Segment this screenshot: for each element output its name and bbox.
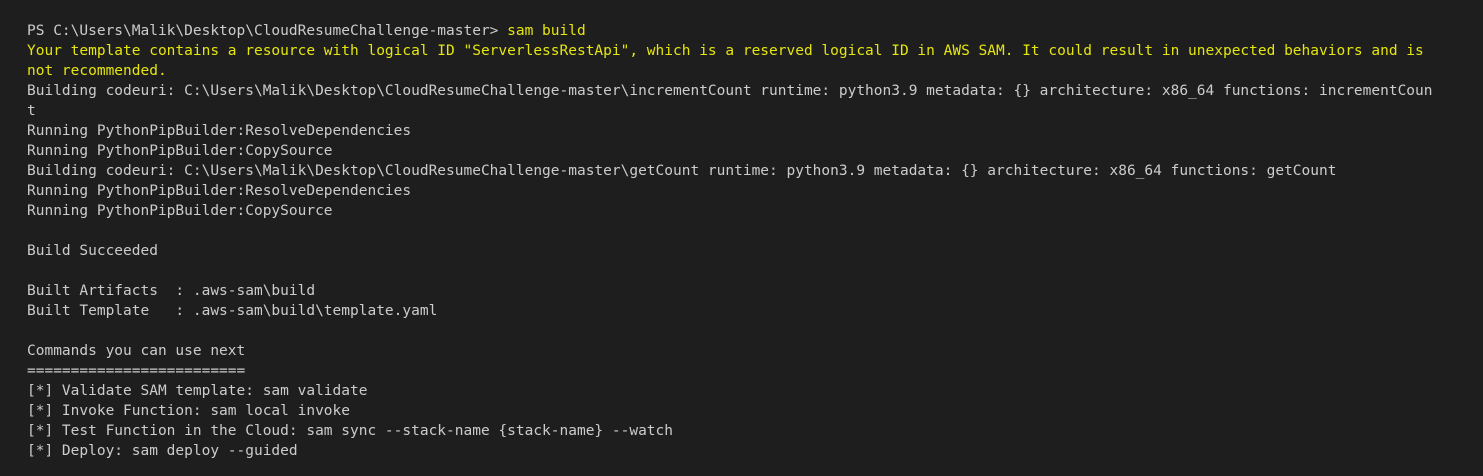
command-text: sam build [507, 23, 586, 39]
prompt-line: PS C:\Users\Malik\Desktop\CloudResumeCha… [27, 21, 1483, 41]
built-template-line: Built Template : .aws-sam\build\template… [27, 303, 438, 319]
build-line-increment: Building codeuri: C:\Users\Malik\Desktop… [27, 83, 1433, 99]
separator-line: ========================= [27, 363, 246, 379]
prompt-path: PS C:\Users\Malik\Desktop\CloudResumeCha… [27, 23, 508, 39]
build-succeeded-line: Build Succeeded [27, 243, 158, 259]
next-command-sync: [*] Test Function in the Cloud: sam sync… [27, 423, 674, 439]
next-command-deploy: [*] Deploy: sam deploy --guided [27, 443, 298, 459]
next-commands-header: Commands you can use next [27, 343, 246, 359]
copy-source-line: Running PythonPipBuilder:CopySource [27, 203, 333, 219]
next-command-validate: [*] Validate SAM template: sam validate [27, 383, 368, 399]
build-line-increment-wrap: t [27, 103, 36, 119]
build-line-getcount: Building codeuri: C:\Users\Malik\Desktop… [27, 163, 1337, 179]
copy-source-line: Running PythonPipBuilder:CopySource [27, 143, 333, 159]
resolve-deps-line: Running PythonPipBuilder:ResolveDependen… [27, 123, 412, 139]
built-artifacts-line: Built Artifacts : .aws-sam\build [27, 283, 316, 299]
resolve-deps-line: Running PythonPipBuilder:ResolveDependen… [27, 183, 412, 199]
next-command-invoke: [*] Invoke Function: sam local invoke [27, 403, 351, 419]
terminal-output[interactable]: PS C:\Users\Malik\Desktop\CloudResumeCha… [0, 0, 1483, 476]
warning-line: Your template contains a resource with l… [27, 43, 1424, 59]
warning-line-continued: not recommended. [27, 63, 167, 79]
